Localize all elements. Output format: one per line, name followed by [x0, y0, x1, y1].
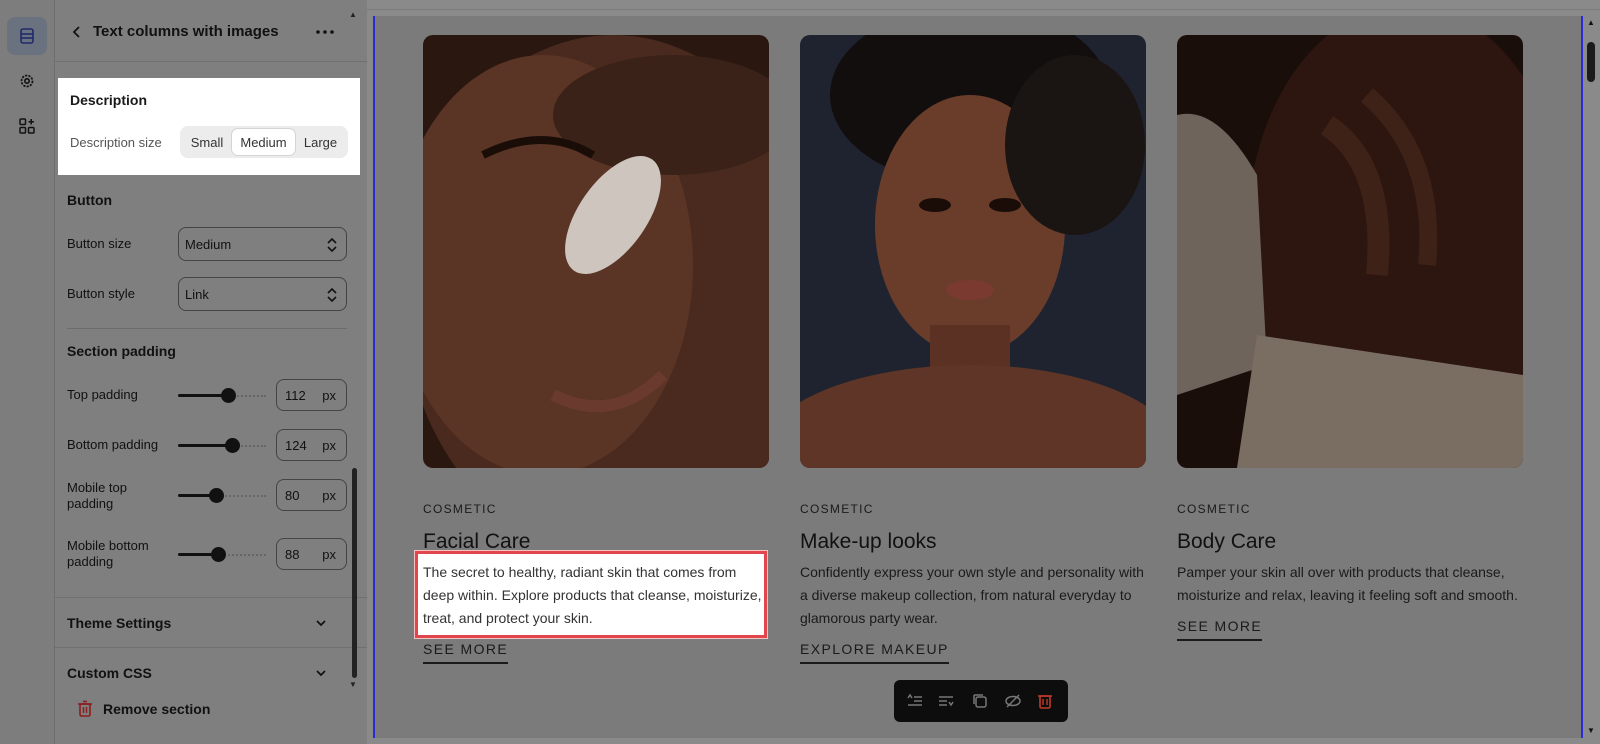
theme-settings-title: Theme Settings [67, 615, 172, 631]
slider-handle[interactable] [211, 547, 226, 562]
column-description: Confidently express your own style and p… [800, 564, 1144, 626]
mobile-top-padding-slider[interactable] [178, 488, 266, 503]
button-size-label: Button size [67, 236, 132, 251]
preview-scrollbar-thumb[interactable] [1587, 42, 1595, 82]
button-heading: Button [67, 192, 113, 208]
panel-scrollbar[interactable]: ▲ ▼ [348, 10, 358, 690]
preview-scrollbar[interactable]: ▲ ▼ [1583, 16, 1600, 738]
icon-rail [0, 0, 55, 744]
button-size-select[interactable]: Medium [178, 227, 347, 261]
panel-divider [55, 61, 367, 62]
chevron-down-icon [316, 620, 326, 627]
more-options-icon[interactable] [313, 22, 337, 42]
column-eyebrow: COSMETIC [800, 502, 874, 516]
top-padding-slider[interactable] [178, 388, 266, 403]
trash-icon [78, 700, 92, 717]
bottom-padding-value: 124 [285, 438, 307, 453]
description-size-label: Description size [70, 135, 162, 150]
mobile-bottom-padding-value: 88 [285, 547, 300, 562]
mobile-top-padding-value: 80 [285, 488, 300, 503]
makeup-looks-image[interactable] [800, 35, 1146, 468]
description-heading: Description [70, 92, 148, 108]
top-padding-label: Top padding [67, 387, 138, 402]
button-size-value: Medium [185, 236, 232, 252]
column-description: Pamper your skin all over with products … [1177, 564, 1518, 603]
bottom-padding-slider[interactable] [178, 438, 266, 453]
size-option-medium[interactable]: Medium [232, 129, 295, 155]
scroll-up-arrow-icon[interactable]: ▲ [1587, 18, 1595, 27]
updown-chevron-icon [327, 287, 337, 303]
scroll-down-arrow-icon[interactable]: ▼ [1587, 726, 1595, 735]
duplicate-icon[interactable] [971, 692, 989, 710]
top-padding-value: 112 [285, 388, 306, 403]
preview-top-bar [367, 0, 1600, 10]
mobile-bottom-padding-slider[interactable] [178, 547, 266, 562]
button-style-select[interactable]: Link [178, 277, 347, 311]
column-title: Body Care [1177, 530, 1277, 553]
top-padding-input[interactable]: 112 px [276, 379, 347, 411]
section-padding-heading: Section padding [67, 343, 176, 359]
slider-handle[interactable] [221, 388, 236, 403]
column-eyebrow: COSMETIC [1177, 502, 1251, 516]
custom-css-accordion[interactable]: Custom CSS [55, 647, 367, 697]
remove-section-label: Remove section [103, 701, 211, 717]
theme-settings-accordion[interactable]: Theme Settings [55, 597, 367, 647]
bottom-padding-input[interactable]: 124 px [276, 429, 347, 461]
description-settings-card: Description Description size Small Mediu… [58, 78, 360, 175]
description-size-segmented-control: Small Medium Large [180, 126, 348, 158]
bottom-padding-label: Bottom padding [67, 437, 159, 452]
facial-care-image[interactable] [423, 35, 769, 468]
mobile-top-padding-input[interactable]: 80 px [276, 479, 347, 511]
unit-label: px [322, 547, 336, 562]
custom-css-title: Custom CSS [67, 665, 152, 681]
remove-section-button[interactable]: Remove section [55, 693, 367, 733]
theme-settings-rail-button[interactable] [7, 62, 47, 100]
button-style-value: Link [185, 286, 209, 302]
apps-add-icon [19, 118, 35, 134]
column-description: The secret to healthy, radiant skin that… [423, 564, 762, 626]
delete-icon[interactable] [1036, 692, 1054, 710]
sections-icon [20, 28, 34, 44]
scroll-down-arrow-icon[interactable]: ▼ [349, 680, 357, 689]
divider [67, 328, 347, 329]
unit-label: px [322, 388, 336, 403]
chevron-down-icon [316, 670, 326, 677]
mobile-bottom-padding-input[interactable]: 88 px [276, 538, 347, 570]
see-more-link[interactable]: SEE MORE [1177, 618, 1263, 641]
size-option-large[interactable]: Large [296, 129, 345, 155]
scroll-up-arrow-icon[interactable]: ▲ [349, 10, 357, 19]
body-care-image[interactable] [1177, 35, 1523, 468]
sections-rail-button[interactable] [7, 17, 47, 55]
section-settings-panel: Text columns with images Description Des… [55, 0, 367, 744]
block-toolbar [894, 680, 1068, 722]
updown-chevron-icon [327, 237, 337, 253]
apps-rail-button[interactable] [7, 107, 47, 145]
column-title: Make-up looks [800, 530, 937, 553]
mobile-bottom-padding-label: Mobile bottom padding [67, 538, 149, 569]
unit-label: px [322, 488, 336, 503]
slider-handle[interactable] [209, 488, 224, 503]
mobile-top-padding-label: Mobile top padding [67, 480, 127, 511]
move-down-icon[interactable] [937, 692, 955, 710]
move-up-icon[interactable] [906, 692, 924, 710]
explore-makeup-link[interactable]: EXPLORE MAKEUP [800, 641, 949, 664]
panel-scrollbar-thumb[interactable] [352, 468, 357, 678]
section-preview: COSMETIC Facial Care SEE MORE The secret… [373, 16, 1583, 738]
unit-label: px [322, 438, 336, 453]
selected-description-block[interactable]: The secret to healthy, radiant skin that… [415, 551, 767, 638]
gear-icon [20, 74, 34, 88]
panel-header: Text columns with images [55, 12, 367, 52]
button-style-label: Button style [67, 286, 135, 301]
slider-handle[interactable] [225, 438, 240, 453]
back-icon[interactable] [67, 22, 87, 42]
hide-icon[interactable] [1004, 692, 1022, 710]
panel-title: Text columns with images [93, 23, 279, 40]
see-more-link[interactable]: SEE MORE [423, 641, 509, 664]
column-eyebrow: COSMETIC [423, 502, 497, 516]
size-option-small[interactable]: Small [183, 129, 231, 155]
